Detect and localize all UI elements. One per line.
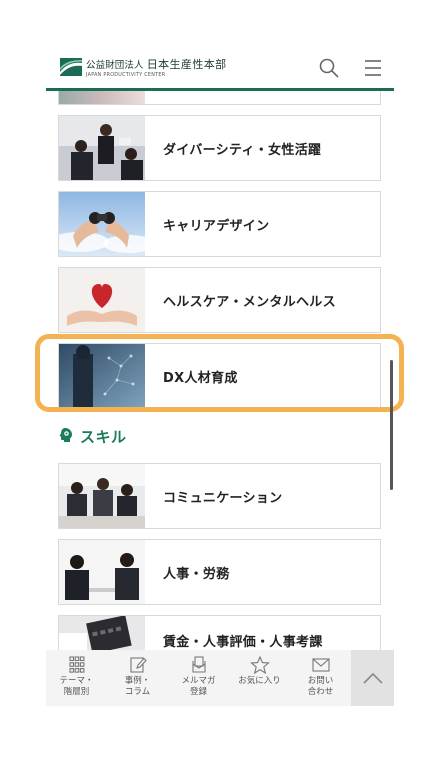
nav-cases-columns[interactable]: 事例・ コラム (107, 650, 168, 706)
back-to-top-button[interactable] (351, 650, 394, 706)
calculator-photo (59, 616, 145, 650)
logo-english: JAPAN PRODUCTIVITY CENTER (86, 73, 166, 78)
star-icon (249, 656, 270, 674)
nav-favorites[interactable]: お気に入り (229, 650, 290, 706)
mail-icon (311, 658, 330, 672)
interview-photo (59, 540, 145, 604)
card-label: キャリアデザイン (163, 218, 270, 234)
meeting-photo (59, 464, 145, 528)
newsletter-icon (191, 656, 206, 673)
card-wage-evaluation[interactable]: 賃金・人事評価・人事考課 (58, 615, 381, 650)
chevron-up-icon (362, 672, 383, 684)
card-label: 人事・労務 (163, 566, 230, 582)
nav-label: テーマ・ 階層別 (59, 676, 94, 697)
highlight-outline (35, 334, 404, 412)
card-career-design[interactable]: キャリアデザイン (58, 191, 381, 257)
card-label: ヘルスケア・メンタルヘルス (163, 294, 336, 310)
section-heading-skill: スキル (58, 426, 127, 447)
partial-thumbnail (59, 91, 145, 104)
logo-mark-icon (60, 58, 82, 76)
search-icon[interactable] (318, 57, 340, 79)
hamburger-menu-icon[interactable] (362, 57, 384, 79)
card-healthcare[interactable]: ヘルスケア・メンタルヘルス (58, 267, 381, 333)
bottom-navigation: テーマ・ 階層別 事例・ コラム メルマガ 登録 お気に入り お問い 合わせ (46, 650, 394, 706)
card-hr-labor[interactable]: 人事・労務 (58, 539, 381, 605)
grid-icon (68, 656, 84, 673)
card-label: コミュニケーション (163, 490, 283, 506)
nav-theme-level[interactable]: テーマ・ 階層別 (46, 650, 107, 706)
scrollbar[interactable] (390, 360, 393, 490)
binoculars-photo (59, 192, 145, 256)
card-diversity[interactable]: ダイバーシティ・女性活躍 (58, 115, 381, 181)
business-team-photo (59, 116, 145, 180)
logo-name: 日本生産性本部 (146, 58, 227, 71)
head-gear-icon (58, 427, 74, 447)
nav-label: お問い 合わせ (307, 676, 334, 697)
card-label: 賃金・人事評価・人事考課 (163, 635, 323, 650)
nav-newsletter[interactable]: メルマガ 登録 (168, 650, 229, 706)
card-label: ダイバーシティ・女性活躍 (163, 142, 322, 158)
card-communication[interactable]: コミュニケーション (58, 463, 381, 529)
nav-label: お気に入り (238, 676, 281, 686)
nav-label: 事例・ コラム (124, 676, 151, 697)
partial-card[interactable] (58, 91, 381, 105)
nav-label: メルマガ 登録 (181, 676, 216, 697)
edit-icon (129, 657, 147, 673)
site-logo[interactable]: 公益財団法人 日本生産性本部 JAPAN PRODUCTIVITY CENTER (60, 56, 227, 78)
logo-prefix: 公益財団法人 (86, 60, 144, 71)
nav-contact[interactable]: お問い 合わせ (290, 650, 351, 706)
section-label: スキル (80, 428, 127, 446)
site-header: 公益財団法人 日本生産性本部 JAPAN PRODUCTIVITY CENTER (46, 46, 394, 90)
heart-hands-photo (59, 268, 145, 332)
